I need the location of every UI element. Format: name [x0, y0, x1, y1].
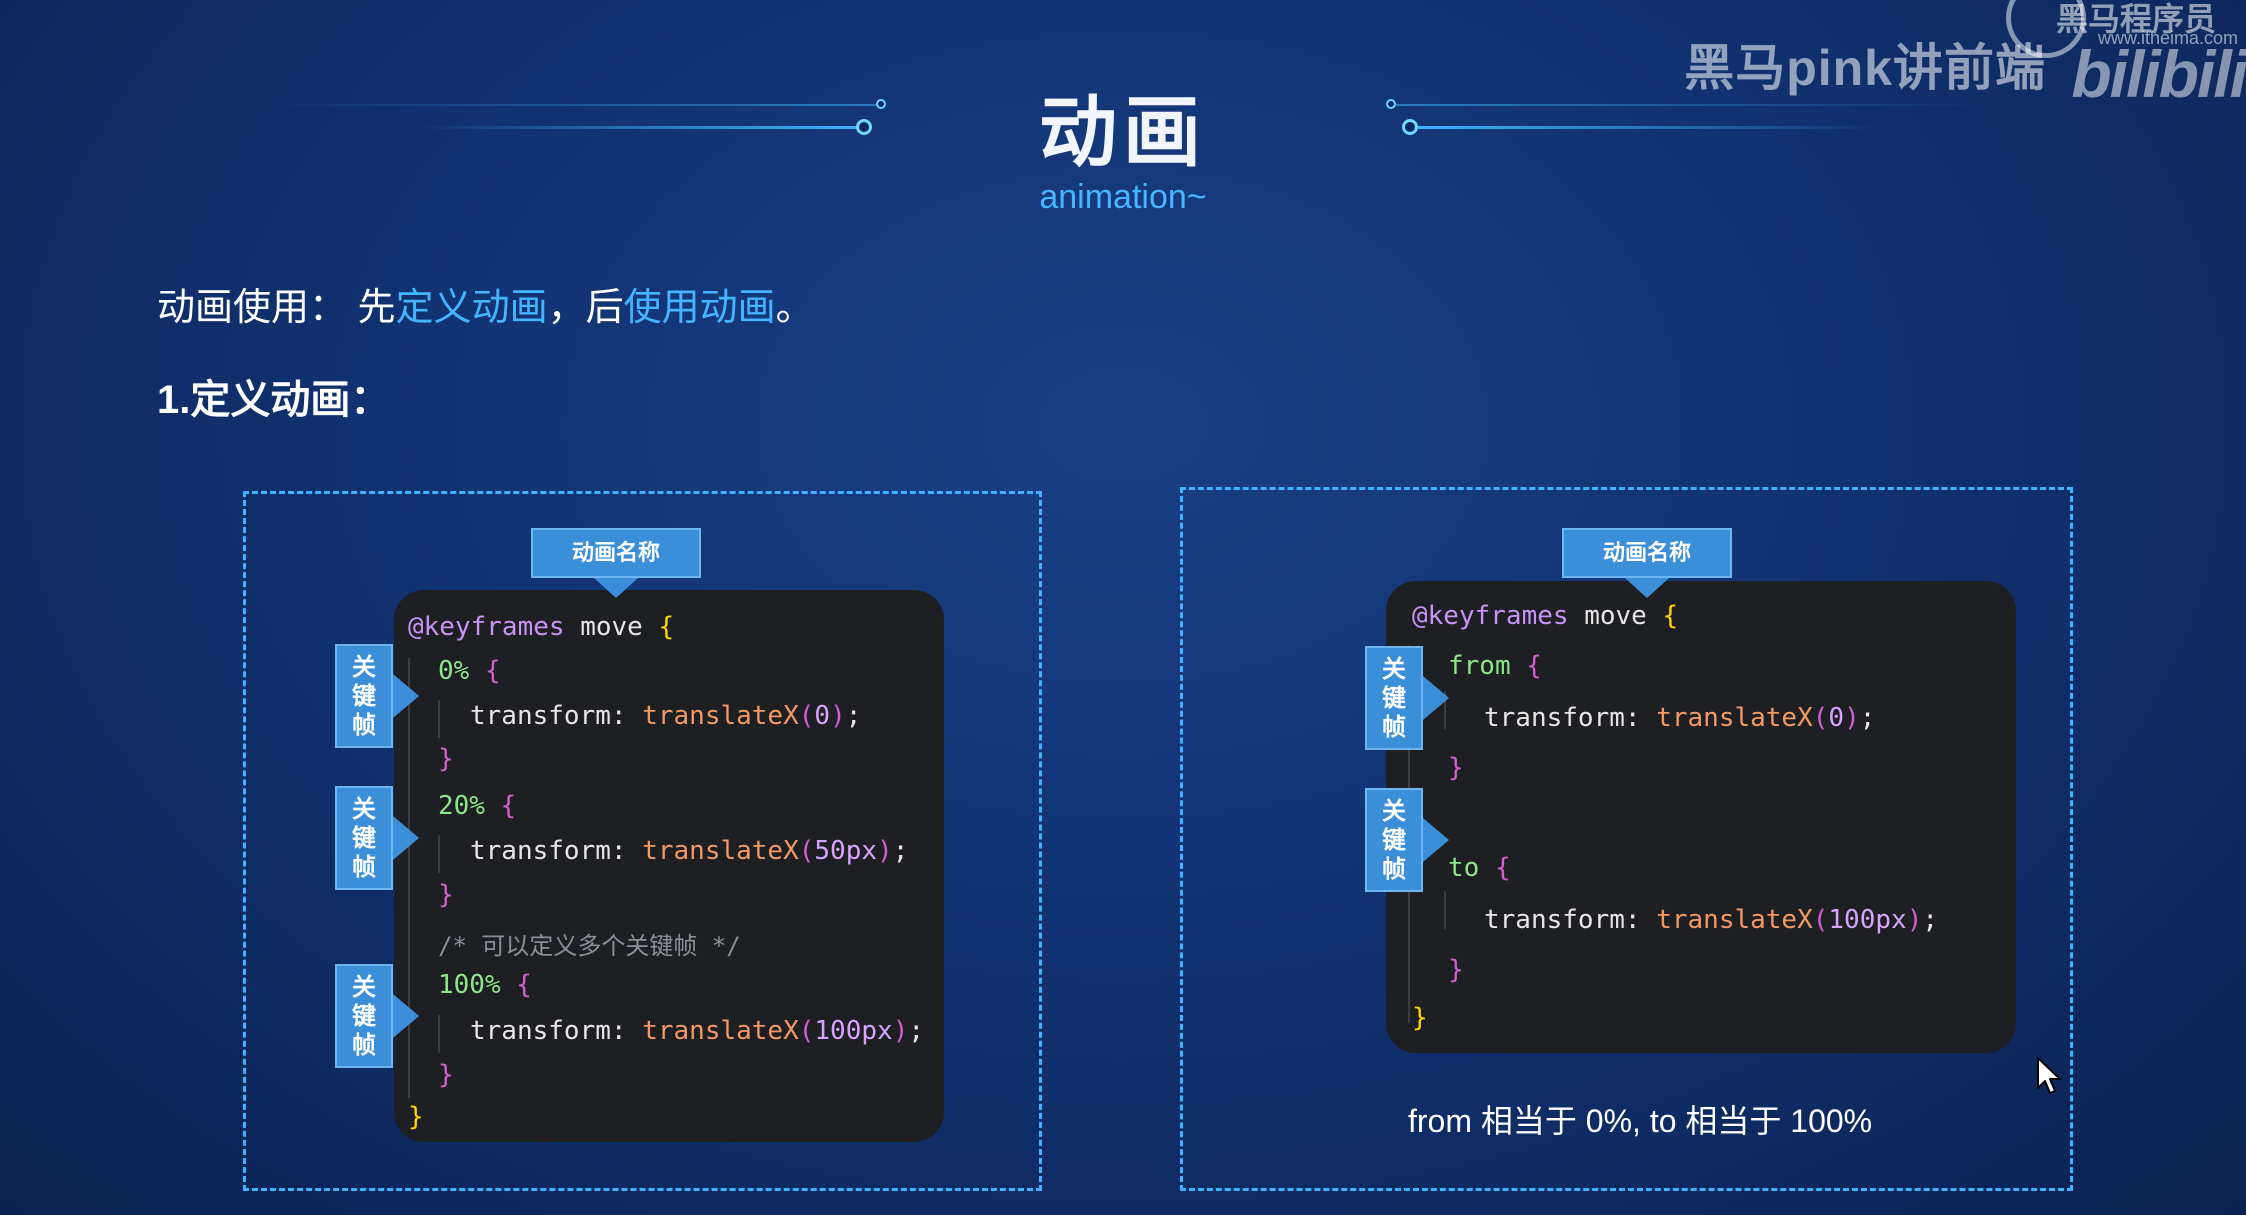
code-line-close-2: }: [438, 880, 454, 910]
bilibili-logo: bilibili: [2071, 37, 2246, 111]
keyframe-label: 关键帧: [1365, 788, 1423, 892]
intro-prefix: 动画使用： 先: [157, 287, 396, 329]
animation-name-arrow-icon: [1625, 578, 1669, 598]
keyframe-arrow-icon: [393, 674, 419, 718]
intro-use: 使用动画: [623, 287, 776, 329]
code-comment: /* 可以定义多个关键帧 */: [438, 932, 741, 960]
keyframe-label: 关键帧: [1365, 646, 1423, 750]
from-to-caption: from 相当于 0%, to 相当于 100%: [1408, 1103, 1873, 1139]
header-line-right: [1418, 126, 1878, 129]
code-line-step-0: 0% {: [438, 656, 501, 686]
keyframe-arrow-icon: [393, 994, 419, 1038]
header-line-left-top: [260, 104, 880, 106]
code-line-step-100: 100% {: [438, 970, 532, 1000]
code-line-transform-2: transform: translateX(50px);: [470, 836, 909, 866]
code-line-step-20: 20% {: [438, 791, 517, 821]
code-line-transform-3: transform: translateX(100px);: [470, 1016, 924, 1046]
left-code-block: @keyframes move { 0% { transform: transl…: [394, 590, 944, 1142]
mouse-cursor-icon: [2036, 1056, 2062, 1101]
intro-suffix: 。: [775, 287, 814, 329]
keyframe-label: 关键帧: [335, 786, 393, 890]
page-subtitle: animation~: [1039, 178, 1207, 216]
right-code-block: @keyframes move { from { transform: tran…: [1386, 581, 2016, 1053]
section-title: 1.定义动画：: [157, 378, 391, 422]
code-line-keyframes: @keyframes move {: [1412, 601, 1679, 631]
code-line-close-from: }: [1448, 753, 1464, 783]
animation-name-label: 动画名称: [531, 528, 701, 578]
code-line-close-3: }: [438, 1060, 454, 1090]
animation-name-label: 动画名称: [1562, 528, 1732, 578]
header-line-left: [420, 126, 860, 129]
header-dot-left: [856, 119, 872, 135]
code-line-close-keyframes: }: [408, 1102, 424, 1132]
animation-name-arrow-icon: [594, 578, 638, 598]
intro-middle: ，后: [547, 287, 624, 329]
keyframe-arrow-icon: [1423, 676, 1449, 720]
header-dot-left-top: [876, 99, 886, 109]
code-line-keyframes: @keyframes move {: [408, 612, 675, 642]
keyframe-label: 关键帧: [335, 964, 393, 1068]
header-dot-right: [1402, 119, 1418, 135]
keyframe-arrow-icon: [393, 816, 419, 860]
code-line-transform-to: transform: translateX(100px);: [1484, 905, 1938, 935]
watermark-author: 黑马pink讲前端: [1684, 40, 2046, 96]
intro-define: 定义动画: [395, 287, 548, 329]
code-line-to: to {: [1448, 853, 1511, 883]
header-line-right-top: [1394, 104, 1994, 106]
code-line-close-keyframes: }: [1412, 1003, 1428, 1033]
code-line-transform-1: transform: translateX(0);: [470, 701, 862, 731]
keyframe-arrow-icon: [1423, 818, 1449, 862]
code-line-close-1: }: [438, 744, 454, 774]
intro-text: 动画使用： 先定义动画，后使用动画。: [157, 276, 814, 331]
code-line-from: from {: [1448, 651, 1542, 681]
code-line-transform-from: transform: translateX(0);: [1484, 703, 1876, 733]
keyframe-label: 关键帧: [335, 644, 393, 748]
code-line-close-to: }: [1448, 955, 1464, 985]
